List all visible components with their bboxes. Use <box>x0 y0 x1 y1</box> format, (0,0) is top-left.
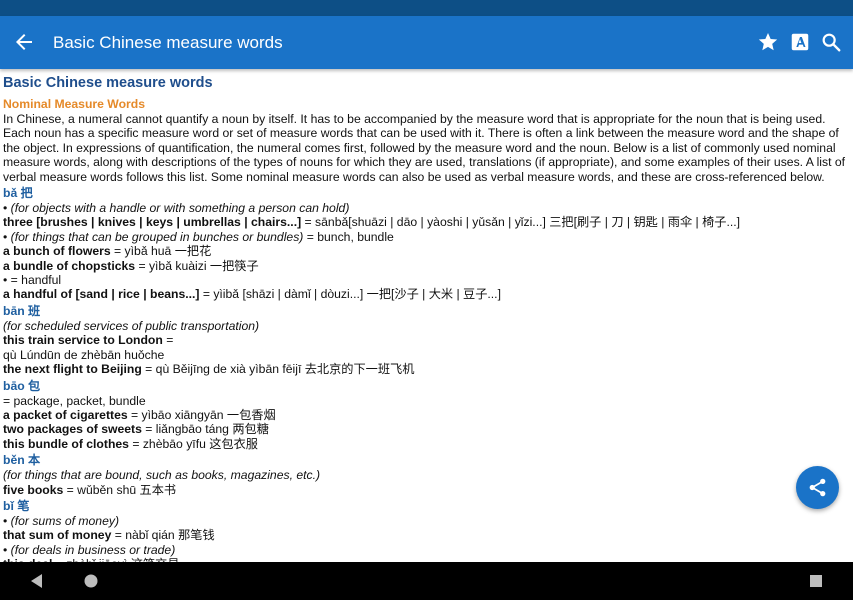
bullet: • <box>3 542 11 557</box>
entry-line: five books = wǔběn shū 五本书 <box>3 483 850 497</box>
translation: = liǎngbāo táng 两包糖 <box>141 422 269 437</box>
usage-note: (for objects with a handle or with somet… <box>10 201 350 216</box>
example-term: a handful of [sand | rice | beans...] <box>3 287 200 302</box>
status-bar <box>0 0 853 16</box>
usage-note: (for sums of money) <box>10 513 120 528</box>
share-button[interactable] <box>796 466 839 509</box>
entry-headword: bān 班 <box>3 303 41 318</box>
entry-line: a bunch of flowers = yìbǎ huā 一把花 <box>3 244 850 258</box>
entry-line: • (for objects with a handle or with som… <box>3 201 850 215</box>
translation: = yìibǎ [shāzi | dàmǐ | dòuzi...] 一把[沙子 … <box>199 287 501 302</box>
circle-home-icon[interactable] <box>84 574 98 588</box>
entry-headword: běn 本 <box>3 453 41 468</box>
entry-line: • (for sums of money) <box>3 514 850 528</box>
app-title: Basic Chinese measure words <box>53 33 283 52</box>
entry-line: a packet of cigarettes = yìbāo xiāngyān … <box>3 408 850 422</box>
usage-note: (for things that are bound, such as book… <box>3 468 321 483</box>
navigation-bar <box>0 562 853 600</box>
example-term: the next flight to Beijing <box>3 362 142 377</box>
translation: = handful <box>10 273 62 288</box>
intro-paragraph: In Chinese, a numeral cannot quantify a … <box>3 112 846 184</box>
arrow-left-icon[interactable] <box>12 30 36 54</box>
translation: = yìbǎ kuàizi 一把筷子 <box>135 258 259 273</box>
usage-note: (for things that can be grouped in bunch… <box>10 229 304 244</box>
article-content[interactable]: Basic Chinese measure words Nominal Meas… <box>0 69 853 562</box>
entry-line: = package, packet, bundle <box>3 394 850 408</box>
translation: = nàbǐ qián 那笔钱 <box>111 528 215 543</box>
translation: = package, packet, bundle <box>3 393 146 408</box>
entry-line: this train service to London = <box>3 333 850 347</box>
entry-line: • (for deals in business or trade) <box>3 543 850 557</box>
entry-line: a handful of [sand | rice | beans...] = … <box>3 287 850 301</box>
translation: = zhèbāo yīfu 这包衣服 <box>128 436 258 451</box>
translation: = qù Běijīng de xià yìbān fēijī 去北京的下一班飞… <box>141 362 415 377</box>
entry-line: three [brushes | knives | keys | umbrell… <box>3 215 850 229</box>
entry-line: the next flight to Beijing = qù Běijīng … <box>3 362 850 376</box>
square-recents-icon[interactable] <box>810 575 822 587</box>
search-icon[interactable] <box>820 31 842 53</box>
entry-line: that sum of money = nàbǐ qián 那笔钱 <box>3 528 850 542</box>
entry-line: • (for things that can be grouped in bun… <box>3 230 850 244</box>
translation: = bunch, bundle <box>303 229 394 244</box>
text-format-icon[interactable] <box>789 31 811 53</box>
translation: = <box>162 333 174 348</box>
example-term: two packages of sweets <box>3 422 142 437</box>
star-icon[interactable] <box>757 31 779 53</box>
translation: qù Lúndūn de zhèbān huǒche <box>3 347 165 362</box>
entry-line: (for scheduled services of public transp… <box>3 319 850 333</box>
entry-line: a bundle of chopsticks = yìbǎ kuàizi 一把筷… <box>3 259 850 273</box>
example-term: a packet of cigarettes <box>3 407 128 422</box>
entry-headword: bǎ 把 <box>3 186 33 201</box>
example-term: that sum of money <box>3 528 112 543</box>
usage-note: (for scheduled services of public transp… <box>3 318 260 333</box>
example-term: a bundle of chopsticks <box>3 258 136 273</box>
entry-line: two packages of sweets = liǎngbāo táng 两… <box>3 422 850 436</box>
entry-line: • = handful <box>3 273 850 287</box>
example-term: three [brushes | knives | keys | umbrell… <box>3 215 302 230</box>
translation: = yìbǎ huā 一把花 <box>110 244 212 259</box>
article-title: Basic Chinese measure words <box>3 75 213 91</box>
bullet: • <box>3 201 11 216</box>
translation: = sānbǎ[shuāzi | dāo | yàoshi | yǔsǎn | … <box>301 215 740 230</box>
entry-list: bǎ 把 • (for objects with a handle or with… <box>3 185 850 562</box>
entry-line: this bundle of clothes = zhèbāo yīfu 这包衣… <box>3 437 850 451</box>
bullet: • <box>3 273 11 288</box>
entry-line: qù Lúndūn de zhèbān huǒche <box>3 348 850 362</box>
usage-note: (for deals in business or trade) <box>10 542 176 557</box>
bullet: • <box>3 513 11 528</box>
entry-headword: bǐ 笔 <box>3 498 30 513</box>
example-term: this train service to London <box>3 333 163 348</box>
entry-headword: bāo 包 <box>3 378 41 393</box>
example-term: this bundle of clothes <box>3 436 129 451</box>
translation: = wǔběn shū 五本书 <box>63 482 177 497</box>
entry-line: (for things that are bound, such as book… <box>3 468 850 482</box>
translation: = yìbāo xiāngyān 一包香烟 <box>127 407 276 422</box>
example-term: a bunch of flowers <box>3 244 111 259</box>
example-term: five books <box>3 482 64 497</box>
app-bar: Basic Chinese measure words <box>0 16 853 69</box>
share-icon <box>809 478 826 497</box>
triangle-back-icon[interactable] <box>30 574 44 588</box>
bullet: • <box>3 229 11 244</box>
section-heading: Nominal Measure Words <box>3 97 145 111</box>
